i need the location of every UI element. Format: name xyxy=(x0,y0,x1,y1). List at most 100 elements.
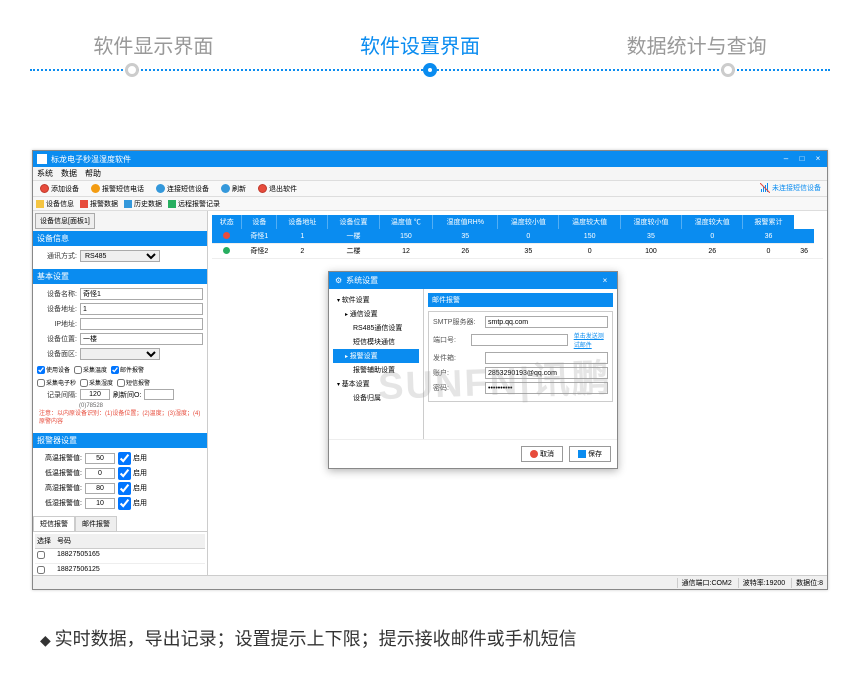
tree-software[interactable]: 软件设置 xyxy=(333,293,419,307)
high-temp-label: 高温报警值: xyxy=(37,453,82,463)
phone-check-1[interactable] xyxy=(37,566,45,574)
tab-display[interactable]: 软件显示界面 xyxy=(93,30,213,59)
sms-icon xyxy=(91,184,100,193)
phone-list: 选择 号码 18827505165 18827506125 1882750612… xyxy=(33,532,207,575)
close-button[interactable]: × xyxy=(813,154,823,164)
table-row[interactable]: 奇怪22二楼122635010026036 xyxy=(212,244,823,259)
exit-icon xyxy=(258,184,267,193)
high-humid-enable[interactable]: 启用 xyxy=(118,482,147,495)
area-label: 设备面区: xyxy=(37,349,77,359)
alarm-sms-button[interactable]: 报警短信电话 xyxy=(87,182,148,196)
tree-comm[interactable]: 通信设置 xyxy=(333,307,419,321)
from-input[interactable] xyxy=(485,352,608,364)
add-device-button[interactable]: 添加设备 xyxy=(36,182,83,196)
high-humid-input[interactable] xyxy=(85,483,115,494)
th-device: 设备 xyxy=(242,215,277,229)
low-humid-enable[interactable]: 启用 xyxy=(118,497,147,510)
area-select[interactable] xyxy=(80,348,160,360)
device-name-input[interactable] xyxy=(80,288,203,300)
ip-label: IP地址: xyxy=(37,319,77,329)
collect-temp-check[interactable]: 采集温度 xyxy=(74,365,107,374)
user-input[interactable] xyxy=(485,367,608,379)
history-data-tab[interactable]: 历史数据 xyxy=(124,199,162,209)
refresh-button[interactable]: 刷新 xyxy=(217,182,250,196)
app-icon xyxy=(37,154,47,164)
tree-alarm[interactable]: 报警设置 xyxy=(333,349,419,363)
from-label: 发件箱: xyxy=(433,353,483,363)
interval-input[interactable] xyxy=(80,389,110,400)
right-content: 状态 设备 设备地址 设备位置 温度值 ℃ 湿度值RH% 温度较小值 温度较大值… xyxy=(208,211,827,575)
history-icon xyxy=(124,200,132,208)
device-table: 状态 设备 设备地址 设备位置 温度值 ℃ 湿度值RH% 温度较小值 温度较大值… xyxy=(212,215,823,259)
sms-alarm-check[interactable]: 短信报警 xyxy=(117,378,150,387)
phone-row[interactable]: 18827506125 xyxy=(35,564,205,575)
sms-alarm-tab[interactable]: 短信报警 xyxy=(33,516,75,531)
alarm-data-tab[interactable]: 报警数据 xyxy=(80,199,118,209)
position-input[interactable] xyxy=(80,333,203,345)
email-alarm-section: 邮件报警 xyxy=(428,293,613,307)
tab-settings[interactable]: 软件设置界面 xyxy=(360,30,480,59)
status-dot xyxy=(223,247,230,254)
status-baud: 波特率:19200 xyxy=(738,578,785,588)
tree-alarm-aux[interactable]: 报警辅助设置 xyxy=(333,363,419,377)
smtp-input[interactable] xyxy=(485,316,608,328)
save-button[interactable]: 保存 xyxy=(569,446,611,462)
menu-data[interactable]: 数据 xyxy=(61,168,77,179)
menu-system[interactable]: 系统 xyxy=(37,168,53,179)
menu-help[interactable]: 帮助 xyxy=(85,168,101,179)
subtoolbar: 设备信息 报警数据 历史数据 远程报警记录 xyxy=(33,197,827,211)
th-pos: 设备位置 xyxy=(328,215,379,229)
dialog-footer: 取消 保存 xyxy=(329,439,617,468)
warning-note: 注意：以内原设备识别：(1)设备位置；(2)温度；(3)湿度；(4)原警内容 xyxy=(37,409,203,429)
top-tabs: 软件显示界面 软件设置界面 数据统计与查询 xyxy=(0,0,860,69)
th-humid: 湿度值RH% xyxy=(433,215,498,229)
low-temp-input[interactable] xyxy=(85,468,115,479)
exit-button[interactable]: 退出软件 xyxy=(254,182,301,196)
remote-alarm-tab[interactable]: 远程报警记录 xyxy=(168,199,220,209)
pwd-input[interactable] xyxy=(485,382,608,394)
email-alarm-tab[interactable]: 邮件报警 xyxy=(75,516,117,531)
folder-icon xyxy=(36,200,44,208)
port-input[interactable] xyxy=(471,334,568,346)
high-temp-input[interactable] xyxy=(85,453,115,464)
use-device-check[interactable]: 使用设备 xyxy=(37,365,70,374)
name-label: 设备名称: xyxy=(37,289,77,299)
comm-select[interactable]: RS485 xyxy=(80,250,160,262)
collect-sec-check[interactable]: 采集电子秒 xyxy=(37,378,76,387)
email-alarm-check[interactable]: 邮件报警 xyxy=(111,365,144,374)
low-temp-enable[interactable]: 启用 xyxy=(118,467,147,480)
menubar: 系统 数据 帮助 xyxy=(33,167,827,181)
tree-basic[interactable]: 基本设置 xyxy=(333,377,419,391)
main-area: 设备信息[面板1] 设备信息 通讯方式: RS485 基本设置 设备名称: 设备… xyxy=(33,211,827,575)
test-email-link[interactable]: 单击发送测试邮件 xyxy=(574,331,608,349)
phone-col-number: 号码 xyxy=(55,534,205,548)
refresh-input[interactable] xyxy=(144,389,174,400)
user-label: 账户: xyxy=(433,368,483,378)
th-hmin: 湿度较小值 xyxy=(620,215,681,229)
device-addr-input[interactable] xyxy=(80,303,203,315)
tree-sms-module[interactable]: 短信模块通信 xyxy=(333,335,419,349)
high-temp-enable[interactable]: 启用 xyxy=(118,452,147,465)
tree-rs485[interactable]: RS485通信设置 xyxy=(333,321,419,335)
refresh-icon xyxy=(221,184,230,193)
signal-icon xyxy=(760,183,770,193)
phone-check-0[interactable] xyxy=(37,551,45,559)
connect-sms-button[interactable]: 连接短信设备 xyxy=(152,182,213,196)
phone-row[interactable]: 18827505165 xyxy=(35,549,205,564)
cancel-button[interactable]: 取消 xyxy=(521,446,563,462)
collect-humid-check[interactable]: 采集湿度 xyxy=(80,378,113,387)
tree-device-belong[interactable]: 设备归属 xyxy=(333,391,419,405)
tab-statistics[interactable]: 数据统计与查询 xyxy=(627,30,767,59)
maximize-button[interactable]: □ xyxy=(797,154,807,164)
toolbar: 添加设备 报警短信电话 连接短信设备 刷新 退出软件 未连接短信设备 xyxy=(33,181,827,197)
minimize-button[interactable]: – xyxy=(781,154,791,164)
table-row[interactable]: 奇怪11一楼15035015035036 xyxy=(212,229,823,244)
low-humid-input[interactable] xyxy=(85,498,115,509)
ip-input[interactable] xyxy=(80,318,203,330)
th-temp: 温度值 ℃ xyxy=(379,215,433,229)
addr-label: 设备地址: xyxy=(37,304,77,314)
dialog-titlebar: ⚙ 系统设置 × xyxy=(329,272,617,289)
panel-tab-device[interactable]: 设备信息[面板1] xyxy=(35,213,95,229)
dialog-close-button[interactable]: × xyxy=(599,276,611,285)
device-info-tab[interactable]: 设备信息 xyxy=(36,199,74,209)
